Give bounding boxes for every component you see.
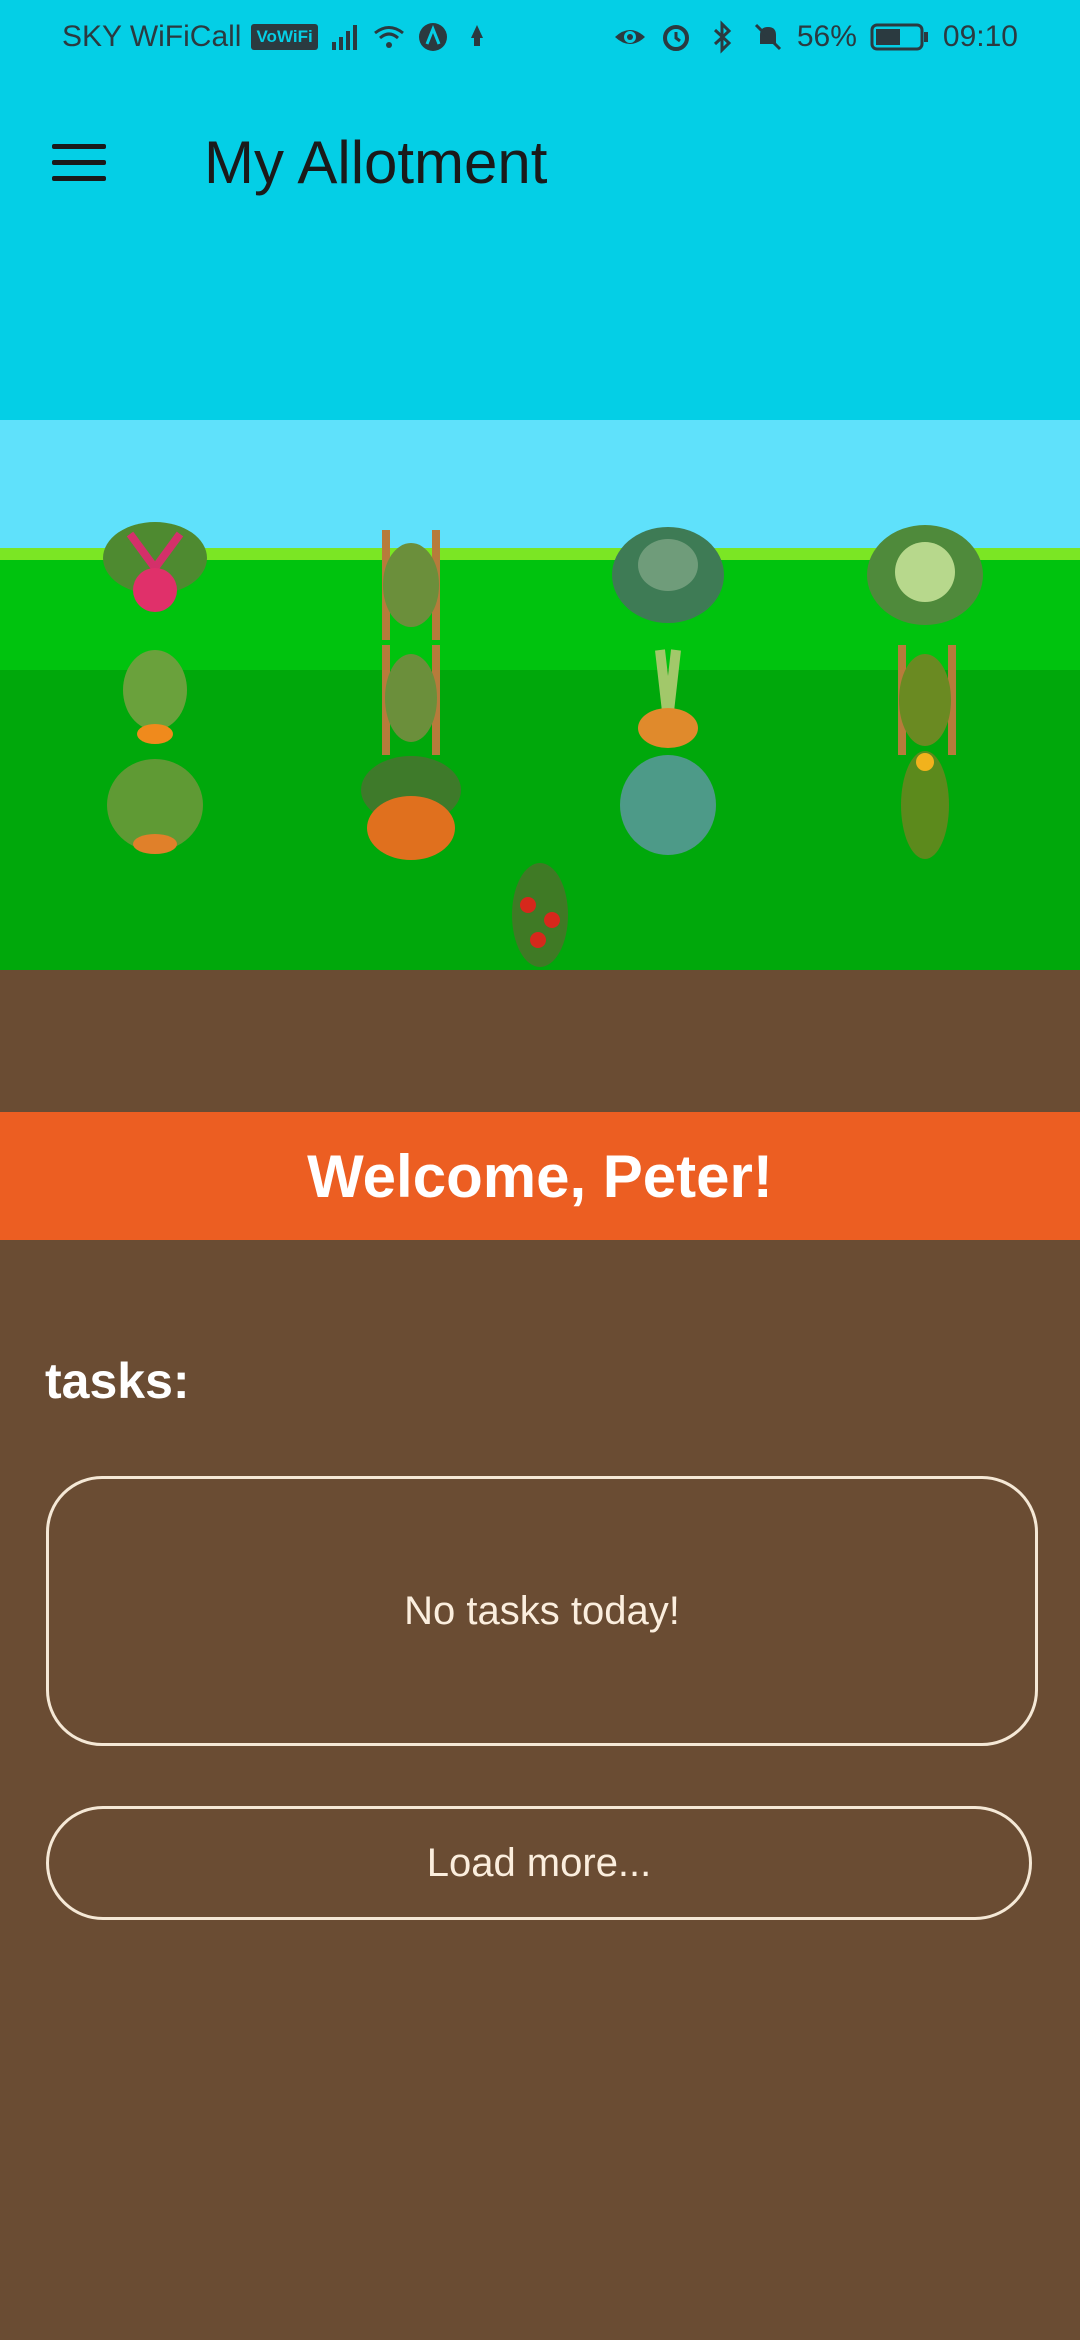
status-bar: SKY WiFiCall VoWiFi 56% 09:10	[0, 0, 1080, 78]
mute-icon	[754, 23, 781, 51]
tomato-plant	[512, 863, 568, 967]
tasks-heading: tasks:	[45, 1353, 190, 1409]
battery-percent: 56%	[796, 20, 857, 53]
sweetcorn-plant	[901, 751, 949, 859]
eye-icon	[614, 30, 645, 44]
carrier-label: SKY WiFiCall	[62, 20, 242, 53]
clock: 09:10	[942, 20, 1018, 53]
tasks-list: No tasks today!	[46, 1476, 1038, 1746]
app-bar: My Allotment	[0, 78, 1080, 250]
cabbage-plant	[867, 525, 983, 625]
status-left: SKY WiFiCall VoWiFi	[62, 20, 494, 54]
cabbage-plant	[620, 755, 716, 855]
empty-tasks-message: No tasks today!	[404, 1588, 680, 1633]
vpn-icon	[418, 23, 447, 51]
pumpkin-plant	[361, 756, 461, 860]
bluetooth-icon	[713, 20, 732, 54]
notification-icon	[470, 25, 483, 46]
welcome-text: Welcome, Peter!	[307, 1142, 773, 1210]
status-right: 56% 09:10	[613, 20, 1018, 54]
wifi-icon	[373, 26, 404, 48]
page-title: My Allotment	[204, 129, 548, 196]
battery-icon	[870, 23, 928, 51]
welcome-banner: Welcome, Peter!	[0, 1112, 1080, 1240]
load-more-button[interactable]: Load more...	[46, 1806, 1032, 1920]
signal-icon	[331, 25, 357, 50]
alarm-icon	[662, 25, 689, 51]
allotment-scene	[0, 250, 1080, 1112]
hamburger-menu-icon[interactable]	[40, 130, 118, 194]
vowifi-badge: VoWiFi	[251, 24, 318, 50]
kale-plant	[612, 527, 724, 623]
